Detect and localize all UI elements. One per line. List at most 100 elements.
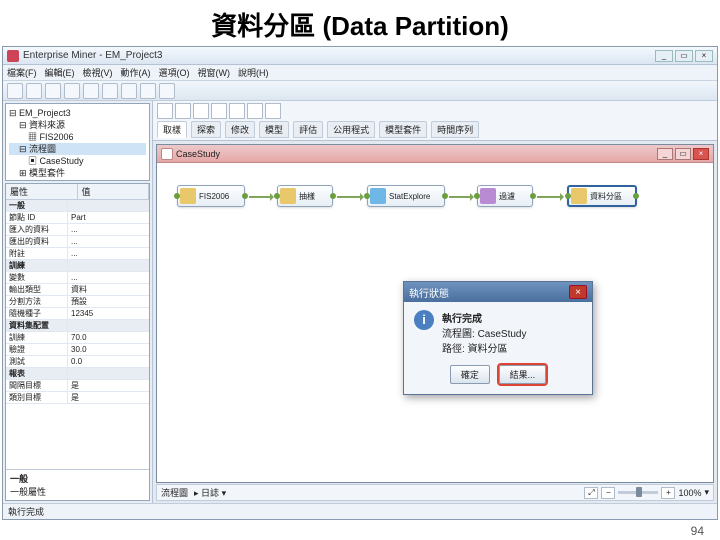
menubar: 檔案(F) 編輯(E) 檢視(V) 動作(A) 選項(O) 視窗(W) 說明(H…: [3, 65, 717, 81]
node-port-in[interactable]: [174, 193, 180, 199]
dialog-ok-button[interactable]: 確定: [450, 365, 490, 384]
property-row[interactable]: 測試0.0: [6, 356, 149, 368]
node-port-in[interactable]: [565, 193, 571, 199]
app-title: Enterprise Miner - EM_Project3: [23, 50, 655, 61]
tree-item[interactable]: ▣ CaseStudy: [9, 155, 146, 167]
tree-item-selected[interactable]: ⊟ 流程圖: [9, 143, 146, 155]
palette-tab[interactable]: 公用程式: [327, 121, 375, 138]
zoom-out-button[interactable]: −: [601, 487, 615, 499]
diagram-maximize[interactable]: ▭: [675, 148, 691, 160]
dialog-results-button[interactable]: 結果...: [499, 365, 547, 384]
node-icon: [480, 188, 496, 204]
palette-tab[interactable]: 模型套件: [379, 121, 427, 138]
properties-panel: 屬性值 一般節點 IDPart匯入的資料...匯出的資料...附註...訓練變數…: [5, 183, 150, 501]
flow-node[interactable]: 抽樣: [277, 185, 333, 207]
palette-icon[interactable]: [211, 103, 227, 119]
palette-icon[interactable]: [175, 103, 191, 119]
menu-file[interactable]: 檔案(F): [7, 65, 37, 80]
property-row[interactable]: 匯入的資料...: [6, 224, 149, 236]
tool-button[interactable]: [45, 83, 61, 99]
property-row[interactable]: 間隔目標是: [6, 380, 149, 392]
tool-button[interactable]: [83, 83, 99, 99]
palette-icon[interactable]: [193, 103, 209, 119]
palette-icon[interactable]: [247, 103, 263, 119]
palette-tab[interactable]: 模型: [259, 121, 289, 138]
flow-node[interactable]: FIS2006: [177, 185, 245, 207]
menu-options[interactable]: 選項(O): [159, 65, 190, 80]
property-row[interactable]: 分割方法預設: [6, 296, 149, 308]
node-icon: [571, 188, 587, 204]
palette-tab[interactable]: 時間序列: [431, 121, 479, 138]
diagram-minimize[interactable]: _: [657, 148, 673, 160]
tree-item[interactable]: ⊞ 模型套件: [9, 167, 146, 179]
flow-link[interactable]: [537, 196, 563, 198]
tool-button[interactable]: [121, 83, 137, 99]
property-section: 一般: [6, 200, 149, 212]
property-row[interactable]: 匯出的資料...: [6, 236, 149, 248]
flow-link[interactable]: [249, 196, 273, 198]
flow-link[interactable]: [337, 196, 363, 198]
zoom-in-button[interactable]: +: [661, 487, 675, 499]
property-row[interactable]: 節點 IDPart: [6, 212, 149, 224]
node-port-out[interactable]: [330, 193, 336, 199]
node-label: 資料分區: [590, 191, 622, 202]
tool-button[interactable]: [7, 83, 23, 99]
maximize-button[interactable]: ▭: [675, 50, 693, 62]
menu-view[interactable]: 檢視(V): [83, 65, 113, 80]
property-row[interactable]: 類別目標是: [6, 392, 149, 404]
app-window: Enterprise Miner - EM_Project3 _ ▭ × 檔案(…: [2, 46, 718, 520]
menu-help[interactable]: 說明(H): [238, 65, 269, 80]
dialog-message: 執行完成: [442, 310, 526, 325]
tool-button[interactable]: [159, 83, 175, 99]
palette-tab[interactable]: 探索: [191, 121, 221, 138]
tool-button[interactable]: [102, 83, 118, 99]
tree-item[interactable]: ▦ FIS2006: [9, 131, 146, 143]
app-icon: [7, 50, 19, 62]
palette-tab[interactable]: 取樣: [157, 121, 187, 138]
tree-item[interactable]: ⊟ 資料來源: [9, 119, 146, 131]
property-row[interactable]: 輸出類型資料: [6, 284, 149, 296]
flow-node[interactable]: StatExplore: [367, 185, 445, 207]
property-section: 資料集配置: [6, 320, 149, 332]
dialog-close-button[interactable]: ×: [569, 285, 587, 299]
palette-tab[interactable]: 評估: [293, 121, 323, 138]
node-icon: [370, 188, 386, 204]
zoom-dropdown-icon[interactable]: ▾: [704, 487, 709, 498]
flow-node[interactable]: 資料分區: [567, 185, 637, 207]
property-row[interactable]: 附註...: [6, 248, 149, 260]
zoom-slider[interactable]: [618, 491, 658, 494]
property-row[interactable]: 隨機種子12345: [6, 308, 149, 320]
property-row[interactable]: 訓練70.0: [6, 332, 149, 344]
canvas-area: CaseStudy _ ▭ × FIS2006抽樣StatExplore過濾資料…: [153, 141, 717, 503]
menu-actions[interactable]: 動作(A): [121, 65, 151, 80]
menu-edit[interactable]: 編輯(E): [45, 65, 75, 80]
node-port-out[interactable]: [242, 193, 248, 199]
diagram-close[interactable]: ×: [693, 148, 709, 160]
flow-node[interactable]: 過濾: [477, 185, 533, 207]
minimize-button[interactable]: _: [655, 50, 673, 62]
palette-icon[interactable]: [157, 103, 173, 119]
node-port-in[interactable]: [364, 193, 370, 199]
flow-link[interactable]: [449, 196, 473, 198]
property-row[interactable]: 變數...: [6, 272, 149, 284]
palette-icon[interactable]: [229, 103, 245, 119]
node-port-out[interactable]: [442, 193, 448, 199]
palette-tab[interactable]: 修改: [225, 121, 255, 138]
menu-window[interactable]: 視窗(W): [198, 65, 231, 80]
property-row[interactable]: 驗證30.0: [6, 344, 149, 356]
project-tree[interactable]: ⊟ EM_Project3 ⊟ 資料來源 ▦ FIS2006 ⊟ 流程圖 ▣ C…: [5, 103, 150, 181]
tool-button[interactable]: [64, 83, 80, 99]
tool-button[interactable]: [26, 83, 42, 99]
node-port-in[interactable]: [274, 193, 280, 199]
left-pane: ⊟ EM_Project3 ⊟ 資料來源 ▦ FIS2006 ⊟ 流程圖 ▣ C…: [3, 101, 153, 503]
close-button[interactable]: ×: [695, 50, 713, 62]
palette-icon[interactable]: [265, 103, 281, 119]
status-tab-log[interactable]: ▸ 日誌 ▾: [194, 486, 226, 499]
node-port-out[interactable]: [633, 193, 639, 199]
status-tab-diagram[interactable]: 流程圖: [161, 486, 188, 499]
tool-button[interactable]: [140, 83, 156, 99]
tree-root[interactable]: ⊟ EM_Project3: [9, 107, 146, 119]
node-port-in[interactable]: [474, 193, 480, 199]
zoom-fit-button[interactable]: ⤢: [584, 487, 598, 499]
node-port-out[interactable]: [530, 193, 536, 199]
